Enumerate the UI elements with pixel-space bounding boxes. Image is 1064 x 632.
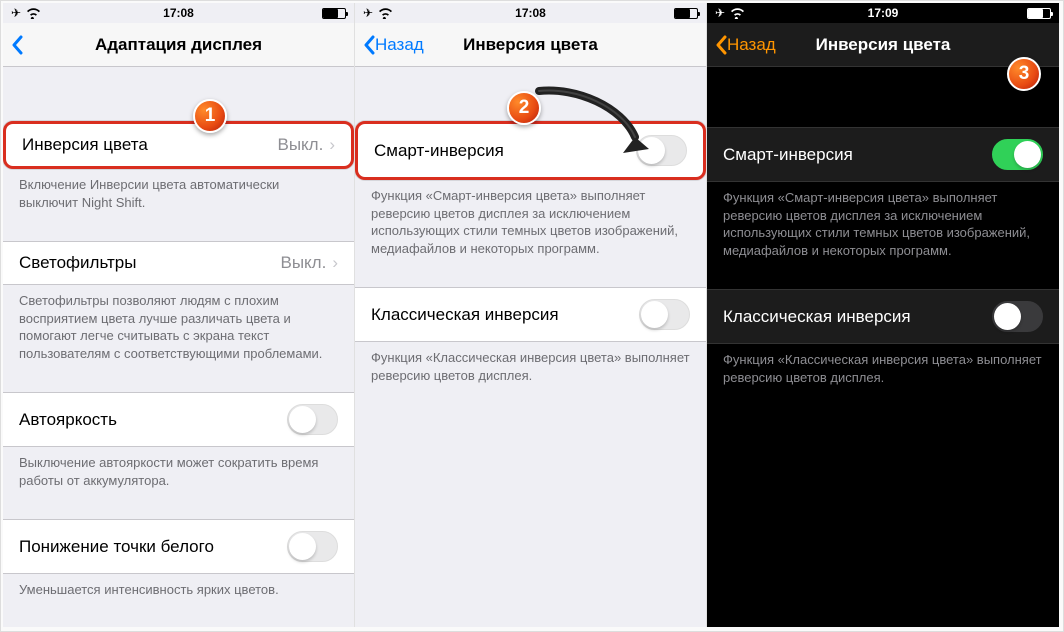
nav-title: Адаптация дисплея bbox=[3, 35, 354, 55]
nav-bar: Назад Инверсия цвета bbox=[355, 23, 706, 67]
nav-bar: Назад Инверсия цвета bbox=[707, 23, 1059, 67]
screen-color-inversion-dark: ✈︎ 17:09 Назад Инверсия цвета Смарт-инве… bbox=[707, 3, 1059, 627]
cell-smart-invert[interactable]: Смарт-инверсия bbox=[355, 121, 706, 180]
footer-smart-invert: Функция «Смарт-инверсия цвета» выполняет… bbox=[707, 182, 1059, 259]
chevron-right-icon: › bbox=[332, 253, 338, 273]
step-badge-1: 1 bbox=[193, 99, 227, 133]
cell-classic-invert[interactable]: Классическая инверсия bbox=[707, 289, 1059, 344]
screen-color-inversion-light: ✈︎ 17:08 Назад Инверсия цвета Смарт-инве… bbox=[355, 3, 707, 627]
toggle-auto-brightness[interactable] bbox=[287, 404, 338, 435]
back-button[interactable]: Назад bbox=[715, 35, 776, 55]
cell-classic-invert[interactable]: Классическая инверсия bbox=[355, 287, 706, 342]
cell-label: Инверсия цвета bbox=[22, 135, 148, 155]
cell-white-point[interactable]: Понижение точки белого bbox=[3, 519, 354, 574]
chevron-left-icon bbox=[363, 35, 375, 55]
cell-label: Светофильтры bbox=[19, 253, 136, 273]
footer-smart-invert: Функция «Смарт-инверсия цвета» выполняет… bbox=[355, 180, 706, 257]
cell-label: Автояркость bbox=[19, 410, 117, 430]
toggle-classic-invert[interactable] bbox=[992, 301, 1043, 332]
cell-label: Смарт-инверсия bbox=[374, 141, 504, 161]
toggle-classic-invert[interactable] bbox=[639, 299, 690, 330]
status-bar: ✈︎ 17:09 bbox=[707, 3, 1059, 23]
step-badge-3: 3 bbox=[1007, 57, 1041, 91]
status-bar: ✈︎ 17:08 bbox=[355, 3, 706, 23]
cell-smart-invert[interactable]: Смарт-инверсия bbox=[707, 127, 1059, 182]
status-time: 17:08 bbox=[355, 6, 706, 20]
back-label: Назад bbox=[727, 35, 776, 55]
back-button[interactable]: Назад bbox=[363, 35, 424, 55]
cell-color-inversion[interactable]: Инверсия цвета Выкл. › bbox=[3, 121, 354, 169]
cell-color-filters[interactable]: Светофильтры Выкл. › bbox=[3, 241, 354, 285]
footer-color-inversion: Включение Инверсии цвета автоматически в… bbox=[3, 169, 354, 211]
toggle-white-point[interactable] bbox=[287, 531, 338, 562]
footer-classic-invert: Функция «Классическая инверсия цвета» вы… bbox=[707, 344, 1059, 386]
status-time: 17:09 bbox=[707, 6, 1059, 20]
status-time: 17:08 bbox=[3, 6, 354, 20]
cell-label: Смарт-инверсия bbox=[723, 145, 853, 165]
nav-bar: Адаптация дисплея bbox=[3, 23, 354, 67]
cell-auto-brightness[interactable]: Автояркость bbox=[3, 392, 354, 447]
toggle-smart-invert[interactable] bbox=[992, 139, 1043, 170]
footer-classic-invert: Функция «Классическая инверсия цвета» вы… bbox=[355, 342, 706, 384]
row-color-inversion: Инверсия цвета Выкл. › bbox=[3, 121, 354, 169]
row-smart-invert: Смарт-инверсия Функция «Смарт-инверсия ц… bbox=[707, 127, 1059, 259]
footer-auto-brightness: Выключение автояркости может сократить в… bbox=[3, 447, 354, 489]
chevron-left-icon bbox=[11, 35, 23, 55]
screen-display-accommodations: ✈︎ 17:08 Адаптация дисплея Инверсия цвет… bbox=[3, 3, 355, 627]
chevron-left-icon bbox=[715, 35, 727, 55]
toggle-smart-invert[interactable] bbox=[636, 135, 687, 166]
cell-value: Выкл. › bbox=[277, 135, 335, 155]
footer-color-filters: Светофильтры позволяют людям с плохим во… bbox=[3, 285, 354, 362]
status-bar: ✈︎ 17:08 bbox=[3, 3, 354, 23]
battery-icon bbox=[674, 8, 698, 19]
footer-white-point: Уменьшается интенсивность ярких цветов. bbox=[3, 574, 354, 599]
step-badge-2: 2 bbox=[507, 91, 541, 125]
cell-label: Понижение точки белого bbox=[19, 537, 214, 557]
row-smart-invert: Смарт-инверсия bbox=[355, 121, 706, 180]
chevron-right-icon: › bbox=[329, 135, 335, 155]
back-button[interactable] bbox=[11, 35, 23, 55]
battery-icon bbox=[1027, 8, 1051, 19]
cell-label: Классическая инверсия bbox=[723, 307, 911, 327]
battery-icon bbox=[322, 8, 346, 19]
cell-label: Классическая инверсия bbox=[371, 305, 559, 325]
cell-value: Выкл. › bbox=[280, 253, 338, 273]
back-label: Назад bbox=[375, 35, 424, 55]
composite-screenshot: ✈︎ 17:08 Адаптация дисплея Инверсия цвет… bbox=[0, 0, 1064, 632]
